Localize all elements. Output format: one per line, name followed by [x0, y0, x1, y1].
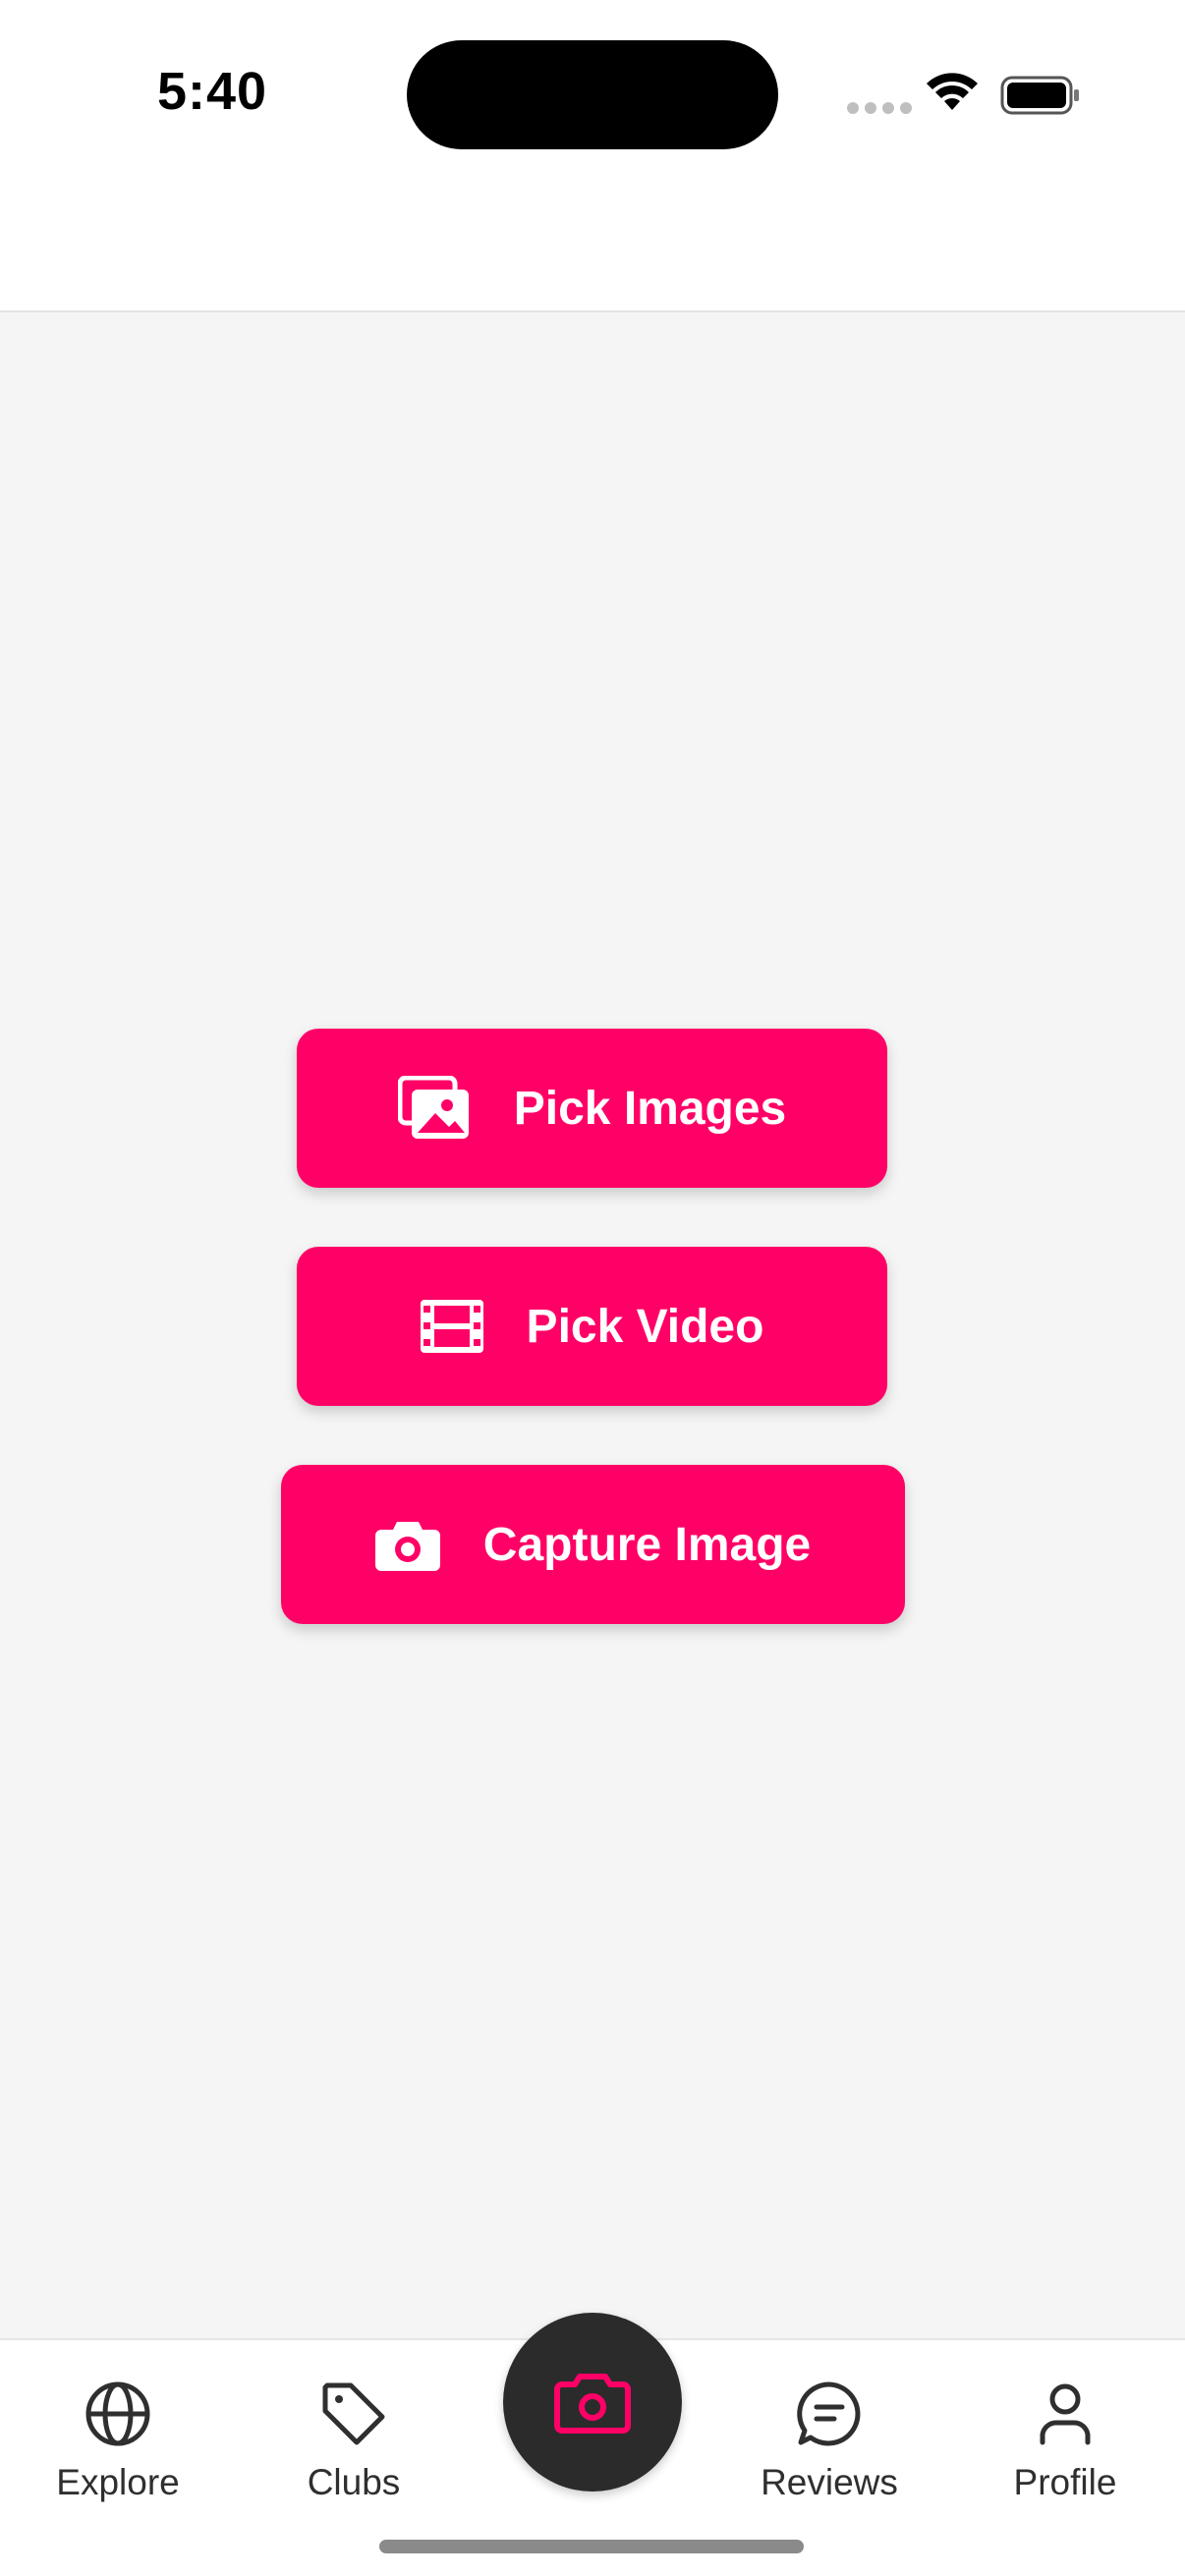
camera-fab-button[interactable]	[503, 2313, 682, 2492]
capture-image-label: Capture Image	[482, 1518, 812, 1571]
images-icon	[397, 1076, 469, 1139]
person-icon	[1040, 2383, 1091, 2445]
tab-profile-label: Profile	[1013, 2462, 1117, 2502]
globe-icon	[85, 2381, 150, 2446]
tag-icon	[322, 2382, 385, 2445]
wifi-icon	[927, 73, 978, 110]
home-indicator	[379, 2540, 804, 2553]
tab-clubs[interactable]: Clubs	[246, 2380, 462, 2537]
tab-clubs-label: Clubs	[307, 2462, 401, 2502]
tab-profile[interactable]: Profile	[957, 2380, 1173, 2537]
status-bar: 5:40	[0, 0, 1185, 312]
tab-reviews-label: Reviews	[761, 2462, 898, 2502]
battery-icon	[1000, 76, 1079, 115]
chat-icon	[797, 2381, 861, 2446]
pick-images-button[interactable]: Pick Images	[297, 1029, 887, 1188]
tab-reviews[interactable]: Reviews	[721, 2380, 937, 2537]
pick-video-button[interactable]: Pick Video	[297, 1247, 887, 1406]
film-icon	[420, 1300, 483, 1353]
tab-explore-label: Explore	[56, 2462, 180, 2502]
pick-video-label: Pick Video	[526, 1300, 764, 1353]
cellular-signal-icon	[847, 102, 912, 114]
tab-explore[interactable]: Explore	[10, 2380, 226, 2537]
camera-icon	[374, 1522, 440, 1571]
pick-images-label: Pick Images	[513, 1082, 787, 1135]
status-time: 5:40	[157, 62, 268, 121]
camera-icon	[554, 2374, 631, 2434]
capture-image-button[interactable]: Capture Image	[281, 1465, 905, 1624]
dynamic-island	[407, 40, 778, 149]
